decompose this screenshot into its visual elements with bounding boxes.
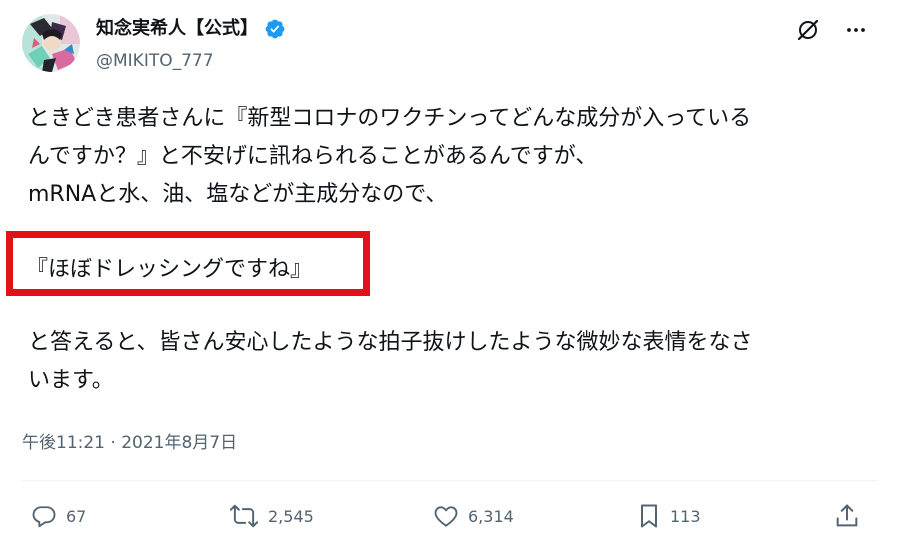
retweet-icon: [228, 502, 260, 530]
author-name-row[interactable]: 知念実希人【公式】: [96, 18, 286, 40]
display-name[interactable]: 知念実希人【公式】: [96, 18, 258, 40]
like-button[interactable]: 6,314: [432, 502, 514, 530]
grok-icon[interactable]: [796, 18, 820, 42]
tweet-text-line: と答えると、皆さん安心したような拍子抜けしたような微妙な表情をなさ: [28, 330, 753, 355]
reply-count: 67: [66, 506, 87, 526]
tweet-header-actions: [796, 18, 868, 42]
verified-badge-icon: [264, 18, 286, 40]
like-count: 6,314: [468, 506, 514, 526]
tweet-text-line: ときどき患者さんに『新型コロナのワクチンってどんな成分が入っている: [28, 106, 752, 131]
bookmark-count: 113: [670, 506, 701, 526]
avatar-image: [22, 14, 80, 72]
tweet-text-line: います。: [28, 368, 114, 393]
tweet-card: 知念実希人【公式】 @MIKITO_777 ときどき患者さんに『新型コロナのワク…: [0, 0, 898, 538]
reply-icon: [30, 502, 58, 530]
tweet-timestamp[interactable]: 午後11:21 · 2021年8月7日: [22, 428, 237, 453]
retweet-button[interactable]: 2,545: [228, 502, 314, 530]
bookmark-button[interactable]: 113: [636, 502, 701, 530]
share-icon: [833, 502, 861, 530]
heart-icon: [432, 502, 460, 530]
tweet-text-line: mRNAと水、油、塩などが主成分なので、: [28, 182, 448, 207]
retweet-count: 2,545: [268, 506, 314, 526]
avatar[interactable]: [22, 14, 80, 72]
author-handle[interactable]: @MIKITO_777: [96, 50, 214, 72]
reply-button[interactable]: 67: [30, 502, 86, 530]
bookmark-icon: [636, 502, 662, 530]
action-bar: 67 2,545 6,314 113: [0, 498, 898, 538]
highlighted-quote: 『ほぼドレッシングですね』: [26, 257, 313, 282]
more-options-icon[interactable]: [844, 18, 868, 42]
tweet-text-line: んですか？』と不安げに訊ねられることがあるんですが、: [28, 144, 598, 169]
share-button[interactable]: [833, 502, 861, 530]
divider: [22, 480, 878, 481]
